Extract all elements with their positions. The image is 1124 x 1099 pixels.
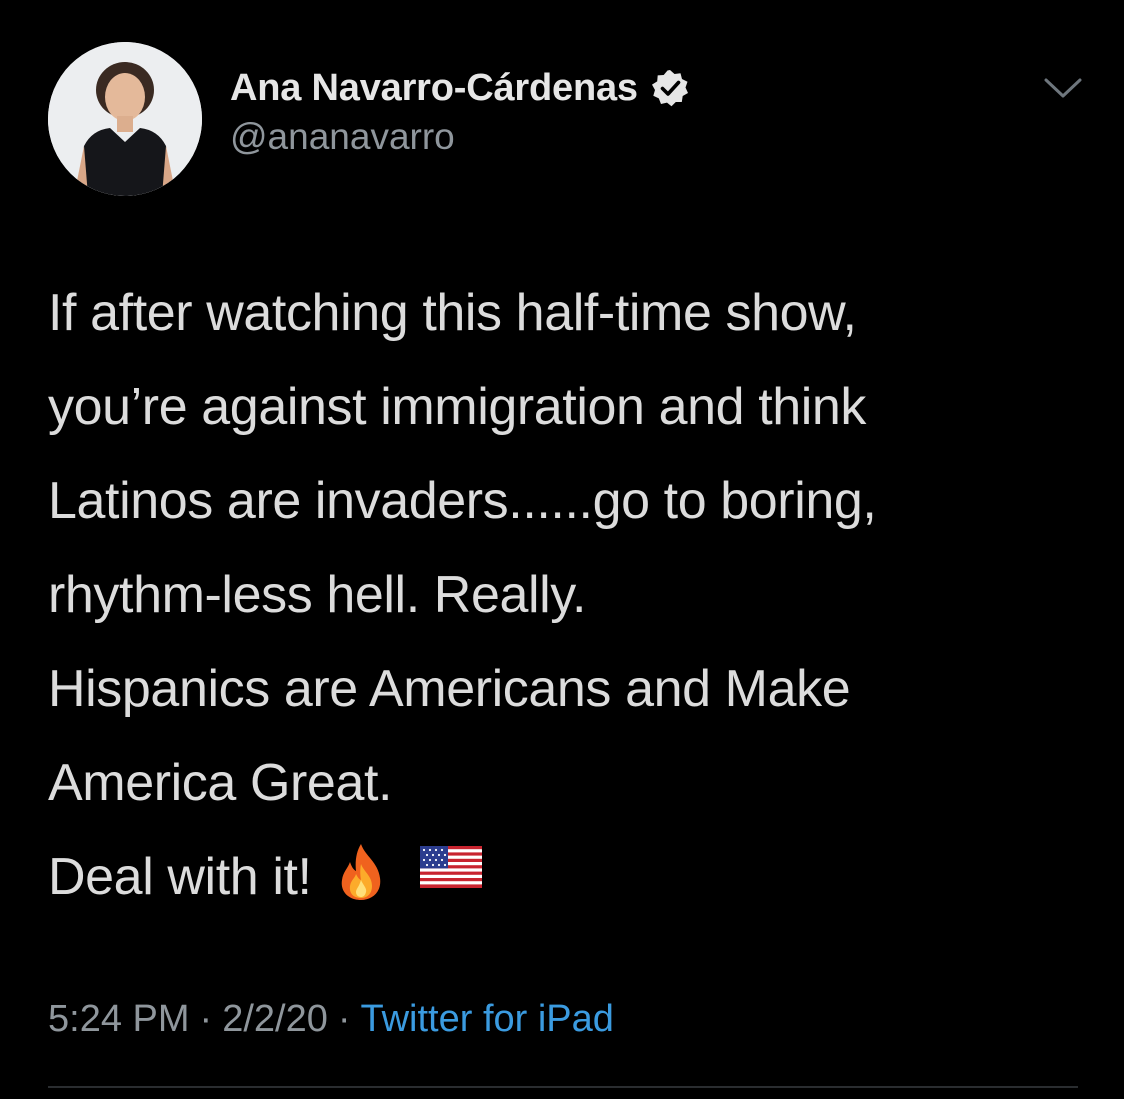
tweet-text: If after watching this half-time show, y… (48, 266, 1098, 924)
tweet-paragraph-1: If after watching this half-time show, y… (48, 266, 1098, 642)
tweet-source-link[interactable]: Twitter for iPad (361, 998, 614, 1041)
tweet-line: Hispanics are Americans and Make (48, 660, 851, 718)
name-row: Ana Navarro-Cárdenas (230, 64, 690, 112)
tweet-line: you’re against immigration and think (48, 378, 867, 436)
tweet-line-text: Deal with it! (48, 848, 312, 906)
fire-emoji-icon (334, 842, 388, 902)
user-block[interactable]: Ana Navarro-Cárdenas @ananavarro (230, 64, 690, 158)
meta-separator: · (199, 998, 213, 1040)
tweet-line: rhythm-less hell. Really. (48, 566, 587, 624)
avatar-image (48, 42, 202, 196)
display-name[interactable]: Ana Navarro-Cárdenas (230, 67, 638, 110)
avatar[interactable] (48, 42, 202, 196)
divider (48, 1086, 1078, 1088)
tweet-meta: 5:24 PM · 2/2/20 · Twitter for iPad (48, 998, 614, 1041)
chevron-down-icon[interactable] (1040, 74, 1086, 104)
tweet-line: Latinos are invaders......go to boring, (48, 472, 877, 530)
us-flag-emoji-icon (419, 846, 482, 888)
tweet-time[interactable]: 5:24 PM (48, 998, 190, 1041)
handle[interactable]: @ananavarro (230, 116, 690, 158)
tweet-line-last: Deal with it! (48, 830, 1098, 924)
verified-badge-icon (650, 68, 690, 108)
tweet-date[interactable]: 2/2/20 (222, 998, 328, 1041)
tweet-line: America Great. (48, 754, 393, 812)
tweet: Ana Navarro-Cárdenas @ananavarro If afte… (0, 0, 1124, 1099)
tweet-line: If after watching this half-time show, (48, 284, 857, 342)
meta-separator: · (337, 998, 351, 1040)
tweet-paragraph-2: Hispanics are Americans and Make America… (48, 642, 1098, 924)
